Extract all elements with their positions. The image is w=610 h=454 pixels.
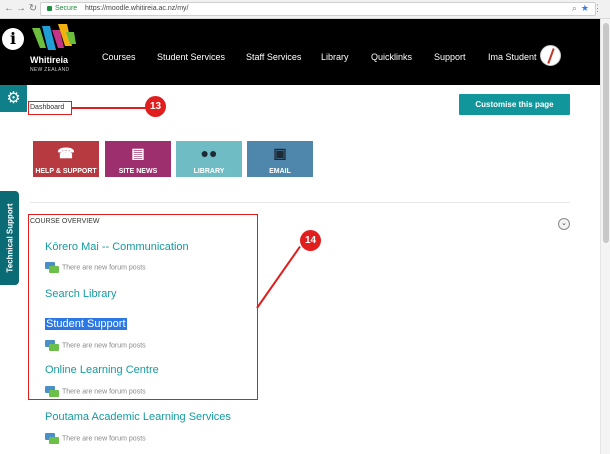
user-name[interactable]: Ima Student — [488, 52, 537, 62]
whitireia-logo[interactable] — [30, 24, 78, 58]
zoom-icon[interactable]: ⌕ — [572, 3, 577, 13]
forum-notice[interactable]: There are new forum posts — [45, 386, 146, 397]
forum-posts-icon — [45, 433, 59, 444]
reload-icon[interactable]: ↻ — [27, 3, 39, 15]
scrollbar-thumb[interactable] — [603, 23, 609, 243]
quicklink-label: LIBRARY — [193, 168, 225, 175]
chat-icon: ▤ — [131, 145, 145, 161]
nav-student-services[interactable]: Student Services — [157, 52, 225, 62]
page-scrollbar[interactable] — [600, 19, 610, 454]
technical-support-label: Technical Support — [5, 203, 14, 273]
course-link-student-support[interactable]: Student Support — [45, 318, 127, 330]
gear-icon[interactable]: ⚙ — [0, 85, 27, 112]
annotation-badge-14: 14 — [300, 230, 321, 251]
course-link-online-learning-centre[interactable]: Online Learning Centre — [45, 364, 159, 376]
forum-notice[interactable]: There are new forum posts — [45, 340, 146, 351]
quicklink-label: HELP & SUPPORT — [35, 168, 97, 175]
nav-support[interactable]: Support — [434, 52, 466, 62]
divider — [30, 202, 570, 203]
forum-notice-text: There are new forum posts — [62, 264, 146, 272]
forum-notice-text: There are new forum posts — [62, 388, 146, 396]
printer-icon: ▣ — [273, 145, 287, 161]
back-icon[interactable]: ← — [3, 3, 15, 15]
nav-quicklinks[interactable]: Quicklinks — [371, 52, 412, 62]
quicklink-label: SITE NEWS — [118, 168, 158, 175]
forum-notice-text: There are new forum posts — [62, 435, 146, 443]
annotation-line-14 — [256, 245, 301, 309]
annotation-line-13 — [72, 107, 146, 109]
course-link-poutama[interactable]: Poutama Academic Learning Services — [45, 411, 231, 423]
phone-icon: ☎ — [57, 145, 75, 161]
nav-courses[interactable]: Courses — [102, 52, 136, 62]
breadcrumb[interactable]: Dashboard — [28, 101, 72, 115]
menu-icon[interactable]: ⋮ — [593, 3, 602, 13]
technical-support-tab[interactable]: Technical Support — [0, 191, 19, 285]
forum-posts-icon — [45, 386, 59, 397]
url-text: https://moodle.whitireia.ac.nz/my/ — [85, 5, 189, 12]
quicklink-label: EMAIL — [269, 168, 291, 175]
site-header: i Whitireia NEW ZEALAND Courses Student … — [0, 19, 600, 85]
quicklink-site-news[interactable]: ▤ SITE NEWS — [105, 141, 171, 177]
course-link-search-library[interactable]: Search Library — [45, 288, 117, 300]
nav-staff-services[interactable]: Staff Services — [246, 52, 301, 62]
chevron-down-icon[interactable]: ⌄ — [558, 218, 570, 230]
logo-subtitle: NEW ZEALAND — [30, 67, 70, 73]
address-bar[interactable]: Secure https://moodle.whitireia.ac.nz/my… — [40, 2, 596, 16]
forum-posts-icon — [45, 262, 59, 273]
course-link-korero-mai[interactable]: Kōrero Mai -- Communication — [45, 241, 189, 253]
quicklink-library[interactable]: ●● LIBRARY — [176, 141, 242, 177]
logo-name: Whitireia — [30, 55, 69, 65]
bookmark-star-icon[interactable]: ★ — [581, 3, 589, 13]
lock-icon — [47, 5, 52, 11]
forum-posts-icon — [45, 340, 59, 351]
avatar[interactable] — [540, 45, 561, 66]
quicklink-help-support[interactable]: ☎ HELP & SUPPORT — [33, 141, 99, 177]
annotation-badge-13: 13 — [145, 96, 166, 117]
quicklink-email[interactable]: ▣ EMAIL — [247, 141, 313, 177]
info-icon[interactable]: i — [2, 28, 24, 50]
customise-page-button[interactable]: Customise this page — [459, 94, 570, 115]
course-overview-title: COURSE OVERVIEW — [30, 218, 100, 225]
browser-toolbar: ← → ↻ Secure https://moodle.whitireia.ac… — [0, 0, 610, 19]
secure-label: Secure — [55, 5, 78, 12]
people-icon: ●● — [200, 145, 218, 161]
forum-notice[interactable]: There are new forum posts — [45, 262, 146, 273]
browser-actions: ⌕ ★ ⋮ — [568, 3, 602, 14]
forum-notice[interactable]: There are new forum posts — [45, 433, 146, 444]
nav-library[interactable]: Library — [321, 52, 349, 62]
forward-icon[interactable]: → — [15, 3, 27, 15]
secure-indicator: Secure — [47, 3, 77, 15]
forum-notice-text: There are new forum posts — [62, 342, 146, 350]
